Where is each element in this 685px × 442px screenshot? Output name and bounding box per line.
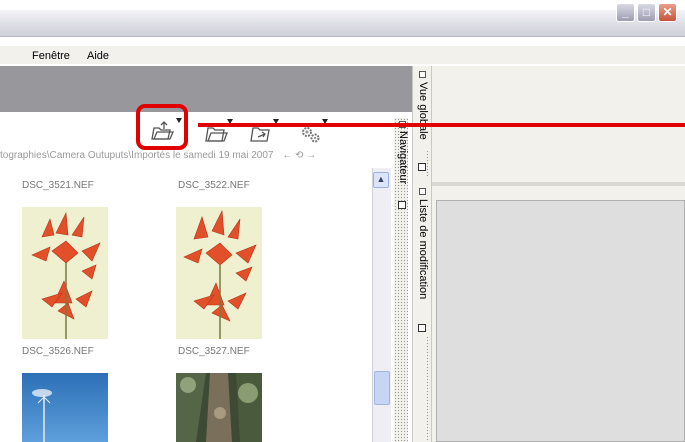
tab-navigateur[interactable]: Navigateur (397, 131, 409, 184)
thumbnail-orchid-1[interactable] (22, 207, 108, 339)
panel-toggle-icon[interactable] (419, 188, 426, 195)
path-navigation[interactable]: ← ⟲ → (282, 150, 316, 161)
grip-dots (426, 150, 430, 178)
breadcrumb-path: tographies\Camera Outuputs\Importés le s… (0, 150, 274, 161)
thumbnail-forest[interactable] (176, 373, 262, 442)
modification-list-area (436, 200, 685, 442)
thumbnail-label: DSC_3527.NEF (178, 346, 250, 357)
maximize-button[interactable]: □ (637, 3, 656, 22)
panel-toggle-icon[interactable] (419, 71, 426, 78)
thumbnail-sky[interactable] (22, 373, 108, 442)
grip-dots (426, 336, 430, 442)
tab-vue-globale[interactable]: Vue globale (417, 82, 429, 140)
scroll-up-button[interactable]: ▲ (373, 172, 389, 188)
panel-resize-icon[interactable] (418, 163, 426, 171)
menu-item-fenetre[interactable]: Fenêtre (32, 50, 70, 62)
panel-resize-icon[interactable] (398, 201, 406, 209)
thumbnail-orchid-2[interactable] (176, 207, 262, 339)
minimize-button[interactable]: _ (616, 3, 635, 22)
thumbnail-label: DSC_3526.NEF (22, 346, 94, 357)
close-button[interactable]: ✕ (658, 3, 677, 22)
panel-resize-icon[interactable] (418, 324, 426, 332)
tab-liste-de-modification[interactable]: Liste de modification (417, 199, 429, 299)
annotation-highlight-box (136, 104, 188, 150)
annotation-pointer-line (198, 123, 685, 127)
menu-item-aide[interactable]: Aide (87, 50, 109, 62)
browser-header-band (0, 66, 412, 112)
scroll-thumb[interactable] (374, 371, 390, 405)
thumbnail-label: DSC_3521.NEF (22, 180, 94, 191)
thumbnail-label: DSC_3522.NEF (178, 180, 250, 191)
breadcrumb: tographies\Camera Outuputs\Importés le s… (0, 150, 392, 164)
title-bar (0, 10, 685, 37)
